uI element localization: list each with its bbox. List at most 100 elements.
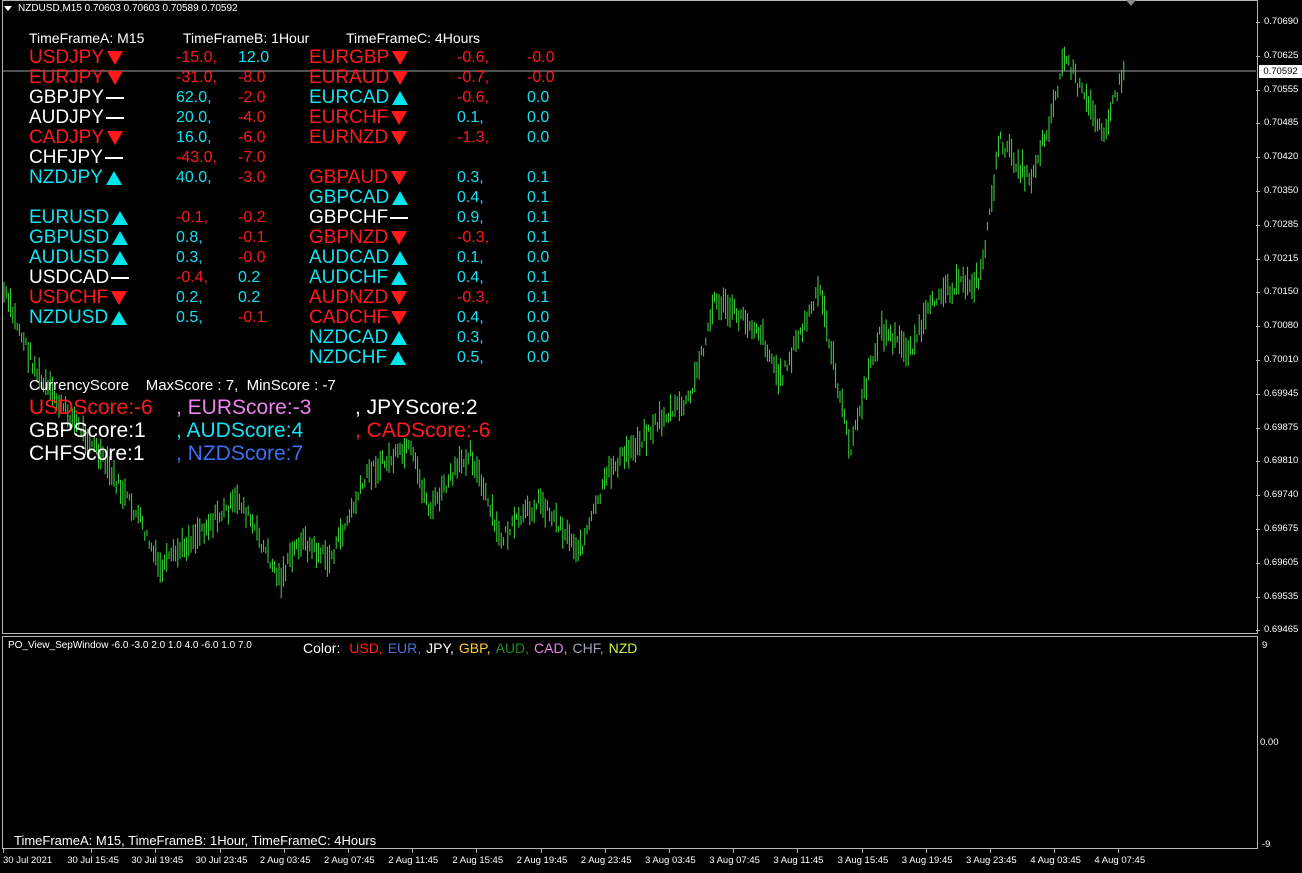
time-axis-tick: [861, 849, 863, 853]
arrow-down-icon: [391, 290, 408, 305]
pair-value-a: 0.8,: [176, 229, 203, 246]
arrow-up-icon: [390, 350, 407, 365]
price-axis-tick: [1256, 89, 1260, 91]
arrow-down-icon: [390, 170, 407, 185]
time-axis-tick: [1118, 849, 1120, 853]
subwindow-title: PO_View_SepWindow -6.0 -3.0 2.0 1.0 4.0 …: [8, 640, 252, 651]
pair-euraud: EURAUD: [309, 67, 409, 88]
time-axis-label: 30 Jul 15:45: [67, 855, 119, 866]
price-axis-label: 0.69810: [1264, 455, 1299, 467]
pair-value-a: -31.0,: [176, 69, 217, 86]
time-axis-tick: [219, 849, 221, 853]
pair-value-a: 0.1,: [457, 109, 484, 126]
pair-name: EURJPY: [29, 67, 104, 88]
pair-value-b: 0.1: [527, 269, 550, 286]
pair-usdcad: USDCAD: [29, 268, 130, 288]
price-axis-label: 0.69535: [1264, 590, 1299, 602]
price-axis-label: 0.70350: [1264, 185, 1299, 196]
arrow-up-icon: [105, 170, 122, 185]
price-axis-tick: [1256, 224, 1260, 226]
pair-value-b: 0.0: [527, 249, 550, 266]
subwindow-ymin-label: -9: [1262, 839, 1271, 850]
pair-value-a: 0.4,: [457, 269, 484, 286]
legend-item: GBP,: [458, 640, 491, 656]
time-axis-tick: [733, 849, 735, 853]
currency-score: , EURScore:-3: [176, 396, 312, 419]
pair-name: EURGBP: [309, 47, 390, 68]
pair-name: AUDJPY: [29, 107, 104, 128]
pair-value-b: -0.2: [238, 209, 266, 226]
arrow-up-icon: [112, 210, 129, 225]
pair-value-a: -0.1,: [176, 209, 209, 226]
pair-name: EURCHF: [309, 107, 389, 128]
time-axis-tick: [283, 849, 285, 853]
flat-dash-icon: [105, 116, 124, 119]
pair-value-b: -0.1: [238, 309, 266, 326]
pair-value-a: 0.1,: [457, 249, 484, 266]
price-axis-tick: [1256, 326, 1260, 328]
flat-dash-icon: [390, 216, 409, 219]
pair-name: CADCHF: [309, 307, 389, 328]
pair-audcad: AUDCAD: [309, 248, 409, 268]
pair-value-a: 0.4,: [457, 189, 484, 206]
arrow-down-icon: [392, 50, 409, 65]
price-axis-label: 0.69875: [1264, 421, 1299, 433]
price-axis-tick: [1256, 630, 1260, 632]
pair-value-a: -0.7,: [457, 69, 490, 86]
pair-name: EURCAD: [309, 87, 390, 108]
time-axis-tick: [3, 849, 4, 853]
price-axis-label: 0.70690: [1264, 16, 1299, 27]
currency-score-header: CurrencyScore MaxScore : 7, MinScore : -…: [29, 377, 336, 394]
time-axis-label: 30 Jul 2021: [3, 855, 53, 866]
indicator-subwindow[interactable]: [2, 636, 1258, 849]
price-axis-tick: [1256, 596, 1260, 598]
arrow-up-icon: [391, 270, 408, 285]
pair-eurchf: EURCHF: [309, 107, 408, 128]
price-axis-label: 0.70485: [1264, 117, 1299, 129]
time-axis-label: 4 Aug 07:45: [1094, 855, 1146, 866]
time-axis-label: 2 Aug 23:45: [580, 855, 632, 866]
legend-item: CHF,: [572, 640, 604, 656]
timeframe-a-label: TimeFrameA: M15: [29, 30, 145, 46]
pair-gbpchf: GBPCHF: [309, 208, 409, 228]
pair-value-a: -1.3,: [457, 129, 490, 146]
pair-audusd: AUDUSD: [29, 248, 129, 268]
time-axis-label: 3 Aug 03:45: [645, 855, 696, 866]
pair-value-b: 0.1: [527, 289, 550, 306]
pair-name: EURUSD: [29, 207, 110, 228]
pair-gbpnzd: GBPNZD: [309, 228, 408, 248]
time-axis-tick: [669, 849, 670, 853]
pair-name: EURAUD: [309, 67, 390, 88]
pair-value-a: -43.0,: [176, 149, 217, 166]
pair-value-a: 0.3,: [457, 329, 484, 346]
time-axis-label: 3 Aug 19:45: [901, 855, 953, 866]
time-axis-tick: [604, 849, 606, 853]
pair-value-b: 0.0: [527, 89, 550, 106]
pair-usdchf: USDCHF: [29, 288, 128, 308]
current-price-tag: 0.70592: [1259, 65, 1302, 78]
pair-value-a: 40.0,: [176, 169, 212, 186]
pair-name: CADJPY: [29, 127, 104, 148]
legend-item: USD,: [349, 640, 383, 656]
arrow-down-icon: [391, 130, 408, 145]
pair-name: NZDUSD: [29, 307, 109, 328]
price-axis-tick: [1256, 292, 1260, 294]
arrow-down-icon: [106, 130, 123, 145]
price-axis-tick: [1256, 258, 1260, 260]
price-axis-label: 0.70285: [1264, 218, 1299, 230]
time-axis-label: 3 Aug 11:45: [773, 855, 824, 866]
pair-value-a: 0.9,: [457, 209, 484, 226]
price-axis-label: 0.70080: [1264, 320, 1299, 332]
pair-value-b: -3.0: [238, 169, 266, 186]
time-axis-tick: [797, 849, 799, 853]
currency-score: GBPScore:1: [29, 419, 146, 442]
arrow-down-icon: [391, 310, 408, 325]
pair-name: NZDCAD: [309, 327, 389, 348]
pair-name: NZDCHF: [309, 347, 388, 368]
color-legend: Color: USD, EUR, JPY, GBP, AUD, CAD, CHF, NZD: [303, 640, 637, 656]
arrow-up-icon: [391, 330, 408, 345]
price-axis-tick: [1256, 529, 1260, 530]
arrow-up-icon: [111, 310, 128, 325]
arrow-down-icon: [392, 70, 409, 85]
pair-name: USDJPY: [29, 47, 104, 68]
